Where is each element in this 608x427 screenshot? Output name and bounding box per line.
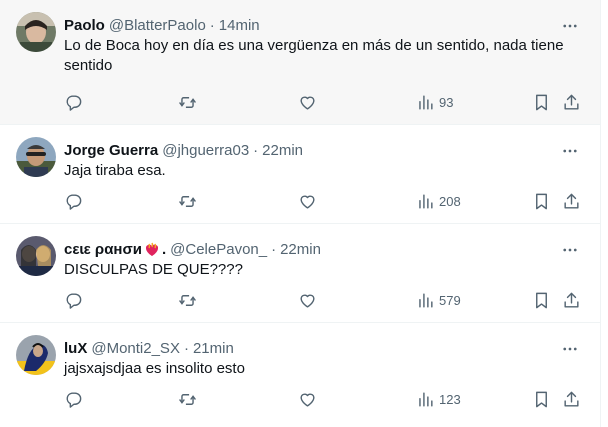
timestamp[interactable]: 14min: [219, 16, 260, 36]
tweet[interactable]: Paolo @BlatterPaolo · 14min Lo de Boca h…: [0, 0, 600, 125]
share-button[interactable]: [562, 191, 581, 211]
user-handle[interactable]: @BlatterPaolo: [109, 16, 206, 36]
share-icon: [564, 193, 579, 209]
tweet-header: Jorge Guerra @jhguerra03 · 22min: [64, 141, 303, 161]
views-chart-icon: [419, 193, 433, 209]
tweet-header: luX @Monti2_SX · 21min: [64, 339, 234, 359]
tweet-actions: 208: [64, 191, 594, 211]
tweet-actions: 123: [64, 389, 594, 409]
heart-on-fire-emoji-icon: [145, 242, 158, 256]
more-horizontal-icon: [563, 24, 577, 28]
views-count: 579: [439, 292, 461, 308]
bookmark-button[interactable]: [532, 290, 551, 310]
share-icon: [564, 292, 579, 308]
heart-icon: [300, 195, 315, 209]
share-button[interactable]: [562, 92, 581, 112]
retweet-icon: [179, 294, 196, 306]
like-button[interactable]: [298, 290, 317, 310]
user-handle[interactable]: @jhguerra03: [162, 141, 249, 161]
reply-button[interactable]: [64, 92, 83, 112]
share-button[interactable]: [562, 389, 581, 409]
views-button[interactable]: 123: [416, 389, 461, 409]
reply-icon: [66, 292, 82, 309]
views-chart-icon: [419, 292, 433, 308]
like-button[interactable]: [298, 92, 317, 112]
display-name[interactable]: luX: [64, 339, 87, 359]
heart-icon: [300, 294, 315, 308]
avatar[interactable]: [16, 335, 56, 375]
tweet-text: Jaja tiraba esa.: [64, 162, 166, 179]
tweet-header: ϲεɩε ραнσи . @CelePavon_ · 22min: [64, 240, 321, 260]
bookmark-button[interactable]: [532, 191, 551, 211]
separator-dot: ·: [253, 142, 259, 159]
reply-button[interactable]: [64, 389, 83, 409]
reply-button[interactable]: [64, 191, 83, 211]
reply-button[interactable]: [64, 290, 83, 310]
retweet-button[interactable]: [178, 92, 197, 112]
heart-icon: [300, 96, 315, 110]
more-options-button[interactable]: [558, 337, 582, 361]
reply-icon: [66, 391, 82, 408]
reply-feed: Paolo @BlatterPaolo · 14min Lo de Boca h…: [0, 0, 601, 427]
like-button[interactable]: [298, 191, 317, 211]
reply-icon: [66, 94, 82, 111]
retweet-icon: [179, 393, 196, 405]
user-handle[interactable]: @CelePavon_: [170, 240, 267, 260]
tweet[interactable]: luX @Monti2_SX · 21min jajsxajsdjaa es i…: [0, 323, 600, 427]
views-chart-icon: [419, 391, 433, 407]
more-horizontal-icon: [563, 347, 577, 351]
views-button[interactable]: 208: [416, 191, 461, 211]
display-name[interactable]: ϲεɩε ραнσи: [64, 240, 142, 260]
avatar[interactable]: [16, 236, 56, 276]
retweet-button[interactable]: [178, 191, 197, 211]
more-horizontal-icon: [563, 248, 577, 252]
bookmark-button[interactable]: [532, 92, 551, 112]
tweet-text: jajsxajsdjaa es insolito esto: [64, 360, 245, 377]
retweet-button[interactable]: [178, 389, 197, 409]
bookmark-icon: [536, 292, 547, 308]
like-button[interactable]: [298, 389, 317, 409]
share-icon: [564, 391, 579, 407]
display-name-suffix: .: [161, 241, 167, 258]
retweet-icon: [179, 195, 196, 207]
tweet-actions: 93: [64, 92, 594, 112]
display-name[interactable]: Paolo: [64, 16, 105, 36]
reply-icon: [66, 193, 82, 210]
bookmark-icon: [536, 193, 547, 209]
tweet-text: DISCULPAS DE QUE????: [64, 261, 243, 278]
bookmark-icon: [536, 94, 547, 110]
tweet-actions: 579: [64, 290, 594, 310]
tweet-header: Paolo @BlatterPaolo · 14min: [64, 16, 260, 36]
views-count: 93: [439, 94, 454, 110]
avatar[interactable]: [16, 137, 56, 177]
views-count: 208: [439, 193, 461, 209]
views-count: 123: [439, 391, 461, 407]
retweet-icon: [179, 96, 196, 108]
views-button[interactable]: 93: [416, 92, 453, 112]
views-chart-icon: [419, 94, 433, 110]
tweet[interactable]: ϲεɩε ραнσи . @CelePavon_ · 22min DISCULP…: [0, 224, 600, 323]
more-horizontal-icon: [563, 149, 577, 153]
timestamp[interactable]: 22min: [280, 240, 321, 260]
avatar[interactable]: [16, 12, 56, 52]
timestamp[interactable]: 22min: [262, 141, 303, 161]
tweet-text: Lo de Boca hoy en día es una vergüenza e…: [64, 37, 564, 74]
more-options-button[interactable]: [558, 139, 582, 163]
timestamp[interactable]: 21min: [193, 339, 234, 359]
heart-icon: [300, 393, 315, 407]
bookmark-button[interactable]: [532, 389, 551, 409]
display-name[interactable]: Jorge Guerra: [64, 141, 158, 161]
share-icon: [564, 94, 579, 110]
bookmark-icon: [536, 391, 547, 407]
share-button[interactable]: [562, 290, 581, 310]
retweet-button[interactable]: [178, 290, 197, 310]
views-button[interactable]: 579: [416, 290, 461, 310]
user-handle[interactable]: @Monti2_SX: [91, 339, 180, 359]
separator-dot: ·: [271, 241, 277, 258]
more-options-button[interactable]: [558, 238, 582, 262]
more-options-button[interactable]: [558, 14, 582, 38]
tweet[interactable]: Jorge Guerra @jhguerra03 · 22min Jaja ti…: [0, 125, 600, 224]
separator-dot: ·: [183, 340, 189, 357]
separator-dot: ·: [209, 17, 215, 34]
